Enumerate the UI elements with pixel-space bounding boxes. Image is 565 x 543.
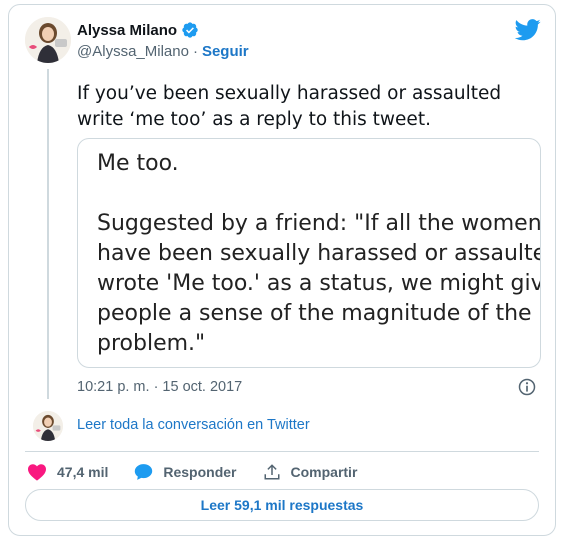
info-icon[interactable] xyxy=(517,377,537,397)
author-handle[interactable]: @Alyssa_Milano xyxy=(77,43,189,60)
tweet-media-image[interactable]: Me too. Suggested by a friend: "If all t… xyxy=(77,138,541,368)
separator-dot: · xyxy=(192,43,198,60)
heart-icon xyxy=(28,464,46,481)
media-line: problem." xyxy=(97,331,206,356)
tweet-actions: 47,4 mil Responder Compartir xyxy=(27,461,383,483)
like-button[interactable]: 47,4 mil xyxy=(27,463,108,481)
verified-badge-icon xyxy=(182,22,198,38)
conversation-avatar xyxy=(33,411,63,441)
follow-button[interactable]: Seguir xyxy=(202,43,249,60)
read-conversation-link[interactable]: Leer toda la conversación en Twitter xyxy=(77,417,310,433)
media-line: Suggested by a friend: "If all the women… xyxy=(97,211,541,236)
twitter-logo-icon[interactable] xyxy=(515,19,541,41)
author-avatar[interactable] xyxy=(25,17,71,63)
media-line: have been sexually harassed or assaulted xyxy=(97,241,541,266)
media-line: wrote 'Me too.' as a status, we might gi… xyxy=(97,271,541,296)
thread-line xyxy=(47,69,49,399)
share-button[interactable]: Compartir xyxy=(263,463,358,481)
like-count: 47,4 mil xyxy=(57,464,109,480)
reply-bubble-icon xyxy=(135,464,153,480)
tweet-timestamp[interactable]: 10:21 p. m. · 15 oct. 2017 xyxy=(77,379,242,395)
author-name-row[interactable]: Alyssa Milano xyxy=(77,21,199,39)
tweet-text: If you’ve been sexually harassed or assa… xyxy=(77,83,502,130)
share-label: Compartir xyxy=(290,464,358,480)
media-line: Me too. xyxy=(97,151,179,176)
author-handle-row: @Alyssa_Milano · Seguir xyxy=(77,43,249,60)
author-name[interactable]: Alyssa Milano xyxy=(77,22,177,39)
reply-label: Responder xyxy=(163,464,237,480)
tweet-card: Alyssa Milano @Alyssa_Milano · Seguir If… xyxy=(8,4,556,536)
share-icon xyxy=(264,464,279,480)
reply-button[interactable]: Responder xyxy=(134,463,237,481)
media-line-gap xyxy=(97,179,540,209)
read-replies-button[interactable]: Leer 59,1 mil respuestas xyxy=(25,489,539,521)
media-text-block: Me too. Suggested by a friend: "If all t… xyxy=(97,149,541,359)
media-line: people a sense of the magnitude of the xyxy=(97,301,532,326)
divider xyxy=(25,451,539,452)
